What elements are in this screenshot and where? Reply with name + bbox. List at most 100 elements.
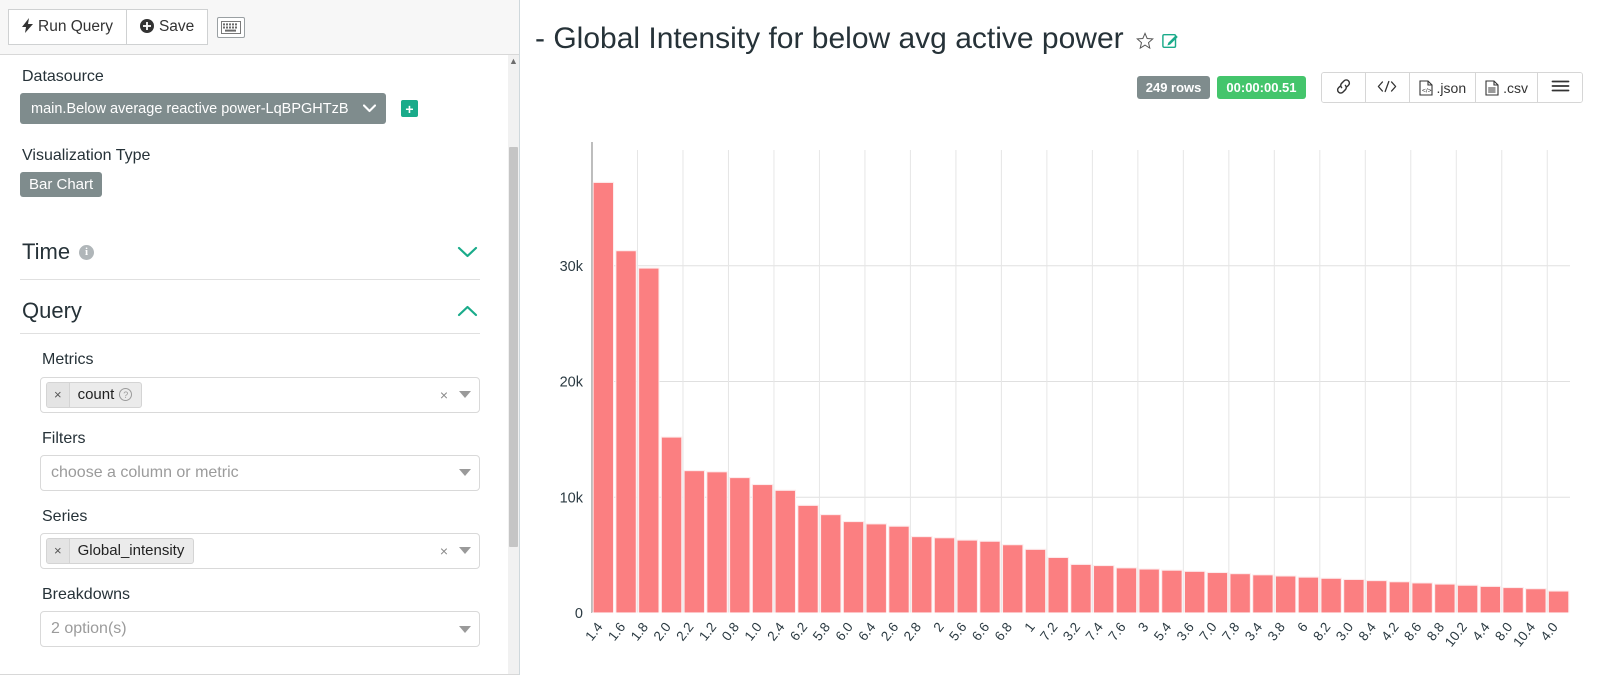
bar[interactable] (1024, 548, 1047, 614)
bar[interactable] (1502, 586, 1524, 614)
bar[interactable] (1411, 582, 1433, 614)
dropdown-caret-icon[interactable] (459, 391, 471, 399)
bar[interactable] (1206, 571, 1229, 614)
bar[interactable] (774, 489, 797, 614)
save-button[interactable]: Save (125, 9, 209, 45)
bar[interactable] (1297, 576, 1320, 614)
bar[interactable] (956, 539, 979, 614)
viz-type-row: Bar Chart (20, 172, 480, 198)
datasource-label: Datasource (22, 68, 104, 85)
run-query-button[interactable]: Run Query (8, 9, 127, 45)
x-axis-tick-label: 1.4 (582, 619, 606, 643)
series-select[interactable]: × Global_intensity × (40, 532, 480, 569)
circle-plus-icon (139, 18, 154, 36)
scrollbar-thumb[interactable] (509, 147, 518, 547)
datasource-row: main.Below average reactive power-LqBPGH… (20, 93, 480, 125)
info-icon[interactable]: i (79, 244, 95, 260)
remove-metric-icon[interactable]: × (47, 382, 70, 407)
x-axis-tick-label: 3.8 (1265, 620, 1288, 644)
bar[interactable] (683, 470, 706, 614)
x-axis-tick-label: 1.8 (628, 620, 651, 644)
csv-file-icon (1485, 79, 1499, 96)
bar[interactable] (1047, 556, 1069, 614)
bar[interactable] (1183, 570, 1206, 614)
add-datasource-button[interactable]: + (401, 100, 418, 118)
bar[interactable] (1547, 590, 1570, 614)
view-query-button[interactable] (1365, 73, 1410, 102)
metric-token[interactable]: × count ? (46, 381, 143, 408)
bar[interactable] (592, 181, 615, 614)
bar[interactable] (1001, 544, 1024, 614)
bar[interactable] (1161, 569, 1183, 614)
filters-select[interactable]: choose a column or metric (40, 454, 480, 491)
export-json-button[interactable]: </> .json (1409, 73, 1477, 102)
hamburger-icon (1551, 79, 1570, 96)
bar[interactable] (1456, 584, 1479, 614)
x-axis-tick-label: 4.0 (1538, 620, 1561, 644)
bar[interactable] (1229, 573, 1251, 614)
viz-type-button[interactable]: Bar Chart (20, 172, 103, 198)
bar[interactable] (751, 483, 774, 614)
dropdown-caret-icon[interactable] (459, 469, 471, 477)
help-icon[interactable]: ? (119, 388, 133, 402)
bar[interactable] (1479, 585, 1502, 614)
bar[interactable] (660, 436, 683, 614)
bar[interactable] (933, 537, 956, 614)
bar[interactable] (979, 540, 1001, 614)
dropdown-caret-icon[interactable] (459, 625, 471, 633)
bar[interactable] (1252, 574, 1274, 614)
section-time: Time i (20, 231, 480, 281)
bar[interactable] (1138, 568, 1160, 614)
x-axis-tick-label: 3.0 (1333, 620, 1356, 644)
x-axis-tick-label: 8.4 (1356, 619, 1380, 643)
remove-series-icon[interactable]: × (47, 538, 70, 563)
breakdowns-select[interactable]: 2 option(s) (40, 611, 480, 648)
bar[interactable] (706, 471, 728, 614)
svg-text:</>: </> (1422, 87, 1432, 94)
chart-export-buttons: </> .json .csv (1320, 72, 1583, 103)
bar[interactable] (1115, 567, 1138, 614)
share-link-button[interactable] (1321, 73, 1366, 102)
section-time-header[interactable]: Time i (20, 231, 480, 268)
bar[interactable] (615, 250, 637, 614)
bar[interactable] (1274, 575, 1297, 614)
more-menu-button[interactable] (1538, 73, 1582, 102)
breakdowns-field: Breakdowns 2 option(s) (20, 585, 480, 648)
scroll-up-icon[interactable]: ▲ (509, 57, 518, 66)
bar[interactable] (888, 525, 910, 614)
bar[interactable] (1388, 581, 1411, 614)
edit-properties-icon[interactable] (1161, 32, 1180, 55)
series-token-label: Global_intensity (77, 542, 185, 560)
bar[interactable] (1525, 588, 1547, 614)
dropdown-caret-icon[interactable] (459, 547, 471, 555)
clear-metrics-icon[interactable]: × (440, 387, 448, 403)
chart-action-toolbar: 249 rows 00:00:00.51 </> .json .csv (1136, 72, 1583, 103)
x-axis-tick-label: 5.6 (946, 620, 969, 644)
bar[interactable] (1070, 563, 1092, 614)
clear-series-icon[interactable]: × (440, 543, 448, 559)
section-query-header[interactable]: Query (20, 280, 480, 327)
bar[interactable] (1343, 578, 1365, 614)
star-icon[interactable] (1135, 32, 1154, 55)
datasource-select[interactable]: main.Below average reactive power-LqBPGH… (20, 93, 386, 125)
control-panel-scroll-region[interactable]: Datasource main.Below average reactive p… (0, 54, 519, 675)
keyboard-shortcuts-button[interactable] (217, 16, 246, 38)
bar[interactable] (842, 521, 865, 614)
bar[interactable] (729, 477, 751, 614)
bar[interactable] (910, 536, 933, 614)
metrics-select[interactable]: × count ? × (40, 376, 480, 413)
control-panel-scrollbar[interactable]: ▲ (508, 55, 519, 674)
export-csv-button[interactable]: .csv (1476, 73, 1538, 102)
bar[interactable] (1365, 580, 1388, 614)
bar[interactable] (797, 504, 819, 614)
bar[interactable] (1320, 577, 1342, 614)
row-count-badge: 249 rows (1136, 76, 1211, 99)
bar[interactable] (638, 267, 660, 614)
bar[interactable] (819, 514, 842, 614)
bar[interactable] (865, 523, 888, 614)
bar-chart-svg[interactable]: 0 10k 20k 30k 1.4 1.6 1.8 2.0 2.2 1.2 0.8 1.0 2.4 6.2… (520, 110, 1580, 675)
bar[interactable] (1092, 564, 1115, 614)
series-token[interactable]: × Global_intensity (46, 537, 195, 564)
bar[interactable] (1434, 583, 1456, 614)
bar-chart[interactable]: 0 10k 20k 30k 1.4 1.6 1.8 2.0 2.2 1.2 0.8 1.0 2.4 6.2… (520, 110, 1600, 675)
